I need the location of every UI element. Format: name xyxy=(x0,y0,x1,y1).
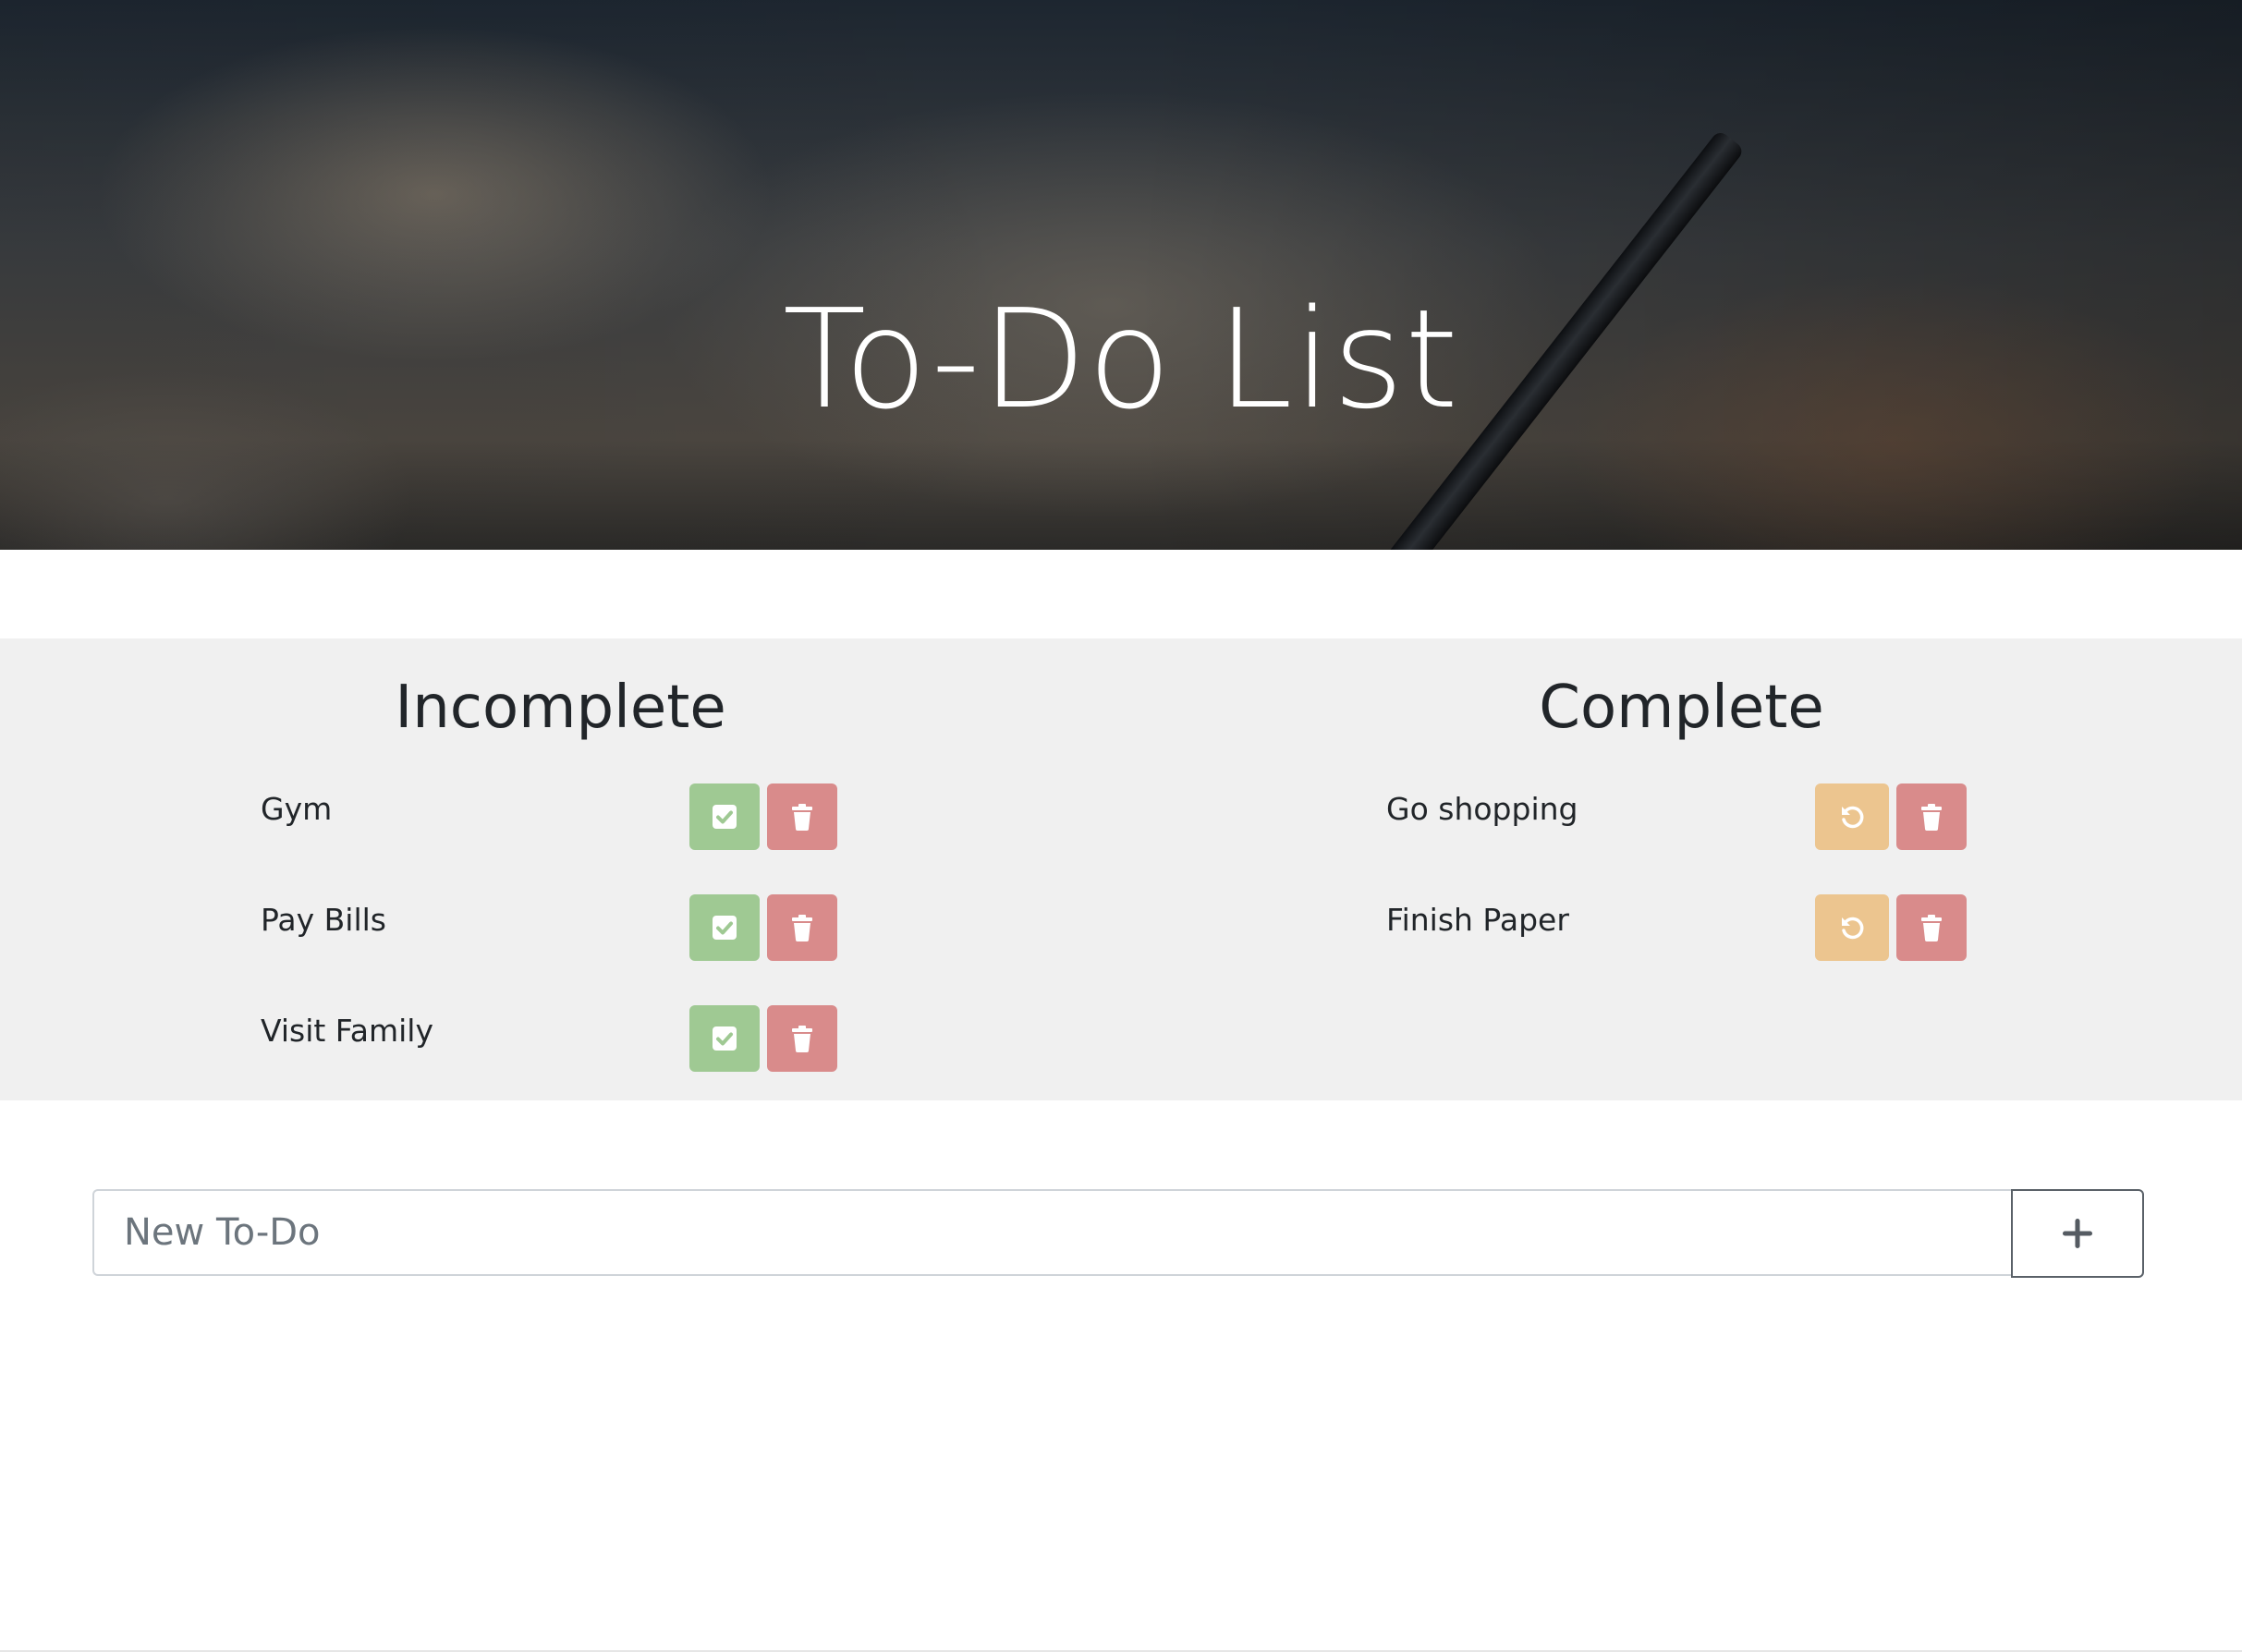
todo-text: Finish Paper xyxy=(1386,902,1569,938)
complete-button[interactable] xyxy=(689,1005,760,1072)
undo-button[interactable] xyxy=(1815,894,1889,961)
check-square-icon xyxy=(713,1026,737,1051)
list-item: Finish Paper xyxy=(1386,894,1978,961)
trash-icon xyxy=(792,915,812,941)
todo-lists: Incomplete Gym Pay Bills Visit Family Co… xyxy=(0,638,2242,1100)
complete-heading: Complete xyxy=(1539,674,1824,742)
page-title: To-Do List xyxy=(782,280,1460,440)
list-item: Go shopping xyxy=(1386,783,1978,850)
list-item: Gym xyxy=(261,783,838,850)
trash-icon xyxy=(1921,804,1942,831)
todo-text: Visit Family xyxy=(261,1013,433,1049)
check-square-icon xyxy=(713,805,737,829)
plus-icon xyxy=(2062,1218,2093,1249)
new-todo-form xyxy=(92,1189,2144,1278)
complete-button[interactable] xyxy=(689,783,760,850)
add-todo-button[interactable] xyxy=(2011,1189,2144,1278)
check-square-icon xyxy=(713,916,737,940)
delete-button[interactable] xyxy=(1896,783,1967,850)
list-item: Pay Bills xyxy=(261,894,838,961)
new-todo-input[interactable] xyxy=(92,1189,2011,1276)
trash-icon xyxy=(792,1026,812,1052)
hero-banner: To-Do List xyxy=(0,0,2242,550)
complete-button[interactable] xyxy=(689,894,760,961)
undo-button[interactable] xyxy=(1815,783,1889,850)
delete-button[interactable] xyxy=(767,783,837,850)
todo-text: Go shopping xyxy=(1386,791,1578,827)
delete-button[interactable] xyxy=(767,1005,837,1072)
delete-button[interactable] xyxy=(767,894,837,961)
todo-text: Gym xyxy=(261,791,333,827)
delete-button[interactable] xyxy=(1896,894,1967,961)
undo-icon xyxy=(1842,806,1864,829)
trash-icon xyxy=(1921,915,1942,941)
incomplete-heading: Incomplete xyxy=(395,674,726,742)
undo-icon xyxy=(1842,917,1864,940)
list-item: Visit Family xyxy=(261,1005,838,1072)
trash-icon xyxy=(792,804,812,831)
todo-text: Pay Bills xyxy=(261,902,386,938)
